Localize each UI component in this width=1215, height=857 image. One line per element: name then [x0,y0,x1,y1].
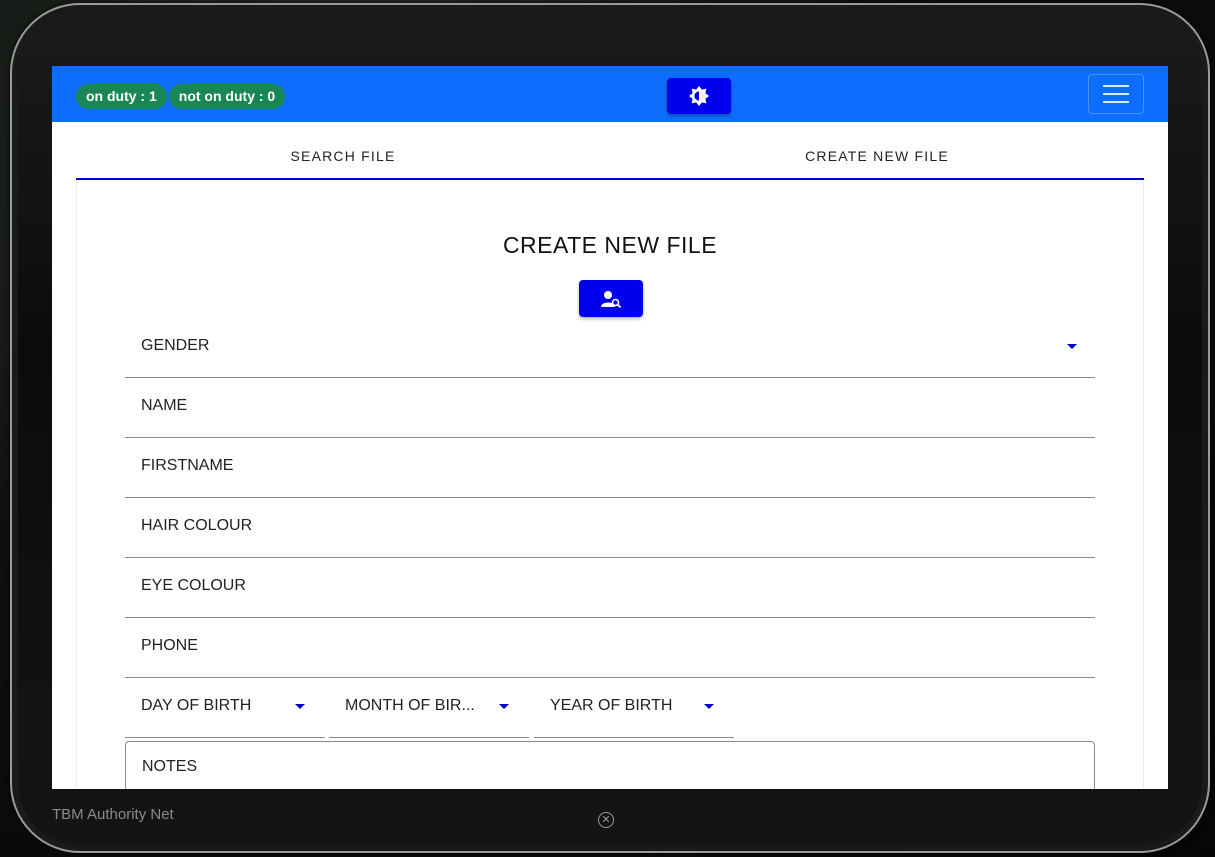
gender-select[interactable]: GENDER [125,318,1095,378]
brand-label: TBM Authority Net [52,806,174,823]
brightness-icon [688,85,710,107]
on-duty-badge: on duty : 1 [76,84,167,109]
dropdown-arrow-icon [704,704,714,709]
eye-colour-label: EYE COLOUR [141,577,246,594]
hair-colour-label: HAIR COLOUR [141,517,253,534]
tab-create-new-file[interactable]: CREATE NEW FILE [610,122,1144,178]
year-of-birth-label: YEAR OF BIRTH [550,697,673,714]
dropdown-arrow-icon [295,704,305,709]
page-title: CREATE NEW FILE [502,232,718,258]
tab-bar: SEARCH FILE CREATE NEW FILE [76,122,1144,180]
gender-label: GENDER [141,337,210,354]
day-of-birth-label: DAY OF BIRTH [141,697,252,714]
duty-status: on duty : 1 not on duty : 0 [76,84,286,109]
hamburger-icon [1103,85,1129,87]
phone-label: PHONE [141,637,198,654]
notes-label: NOTES [142,758,198,775]
close-circle-icon[interactable]: ✕ [598,812,614,828]
dropdown-arrow-icon [499,704,509,709]
year-of-birth-select[interactable]: YEAR OF BIRTH [534,678,734,738]
firstname-input[interactable]: FIRSTNAME [125,438,1095,498]
name-label: NAME [141,397,188,414]
name-input[interactable]: NAME [125,378,1095,438]
month-of-birth-label: MONTH OF BIR... [345,697,475,714]
theme-toggle-button[interactable] [667,78,731,114]
not-on-duty-badge: not on duty : 0 [168,84,286,109]
tab-search-file[interactable]: SEARCH FILE [76,122,610,178]
user-search-icon [601,290,622,308]
top-navbar: on duty : 1 not on duty : 0 [52,66,1168,122]
phone-input[interactable]: PHONE [125,618,1095,678]
menu-toggle-button[interactable] [1088,74,1144,114]
month-of-birth-select[interactable]: MONTH OF BIR... [329,678,529,738]
dropdown-arrow-icon [1067,344,1077,349]
app-screen: on duty : 1 not on duty : 0 SEARCH FILE … [52,66,1168,789]
eye-colour-input[interactable]: EYE COLOUR [125,558,1095,618]
create-file-panel: CREATE NEW FILE GENDER NAME FIRSTNAME HA… [76,180,1144,789]
notes-textarea[interactable]: NOTES [125,741,1095,789]
hair-colour-input[interactable]: HAIR COLOUR [125,498,1095,558]
search-person-button[interactable] [579,280,643,317]
day-of-birth-select[interactable]: DAY OF BIRTH [125,678,325,738]
firstname-label: FIRSTNAME [141,457,234,474]
